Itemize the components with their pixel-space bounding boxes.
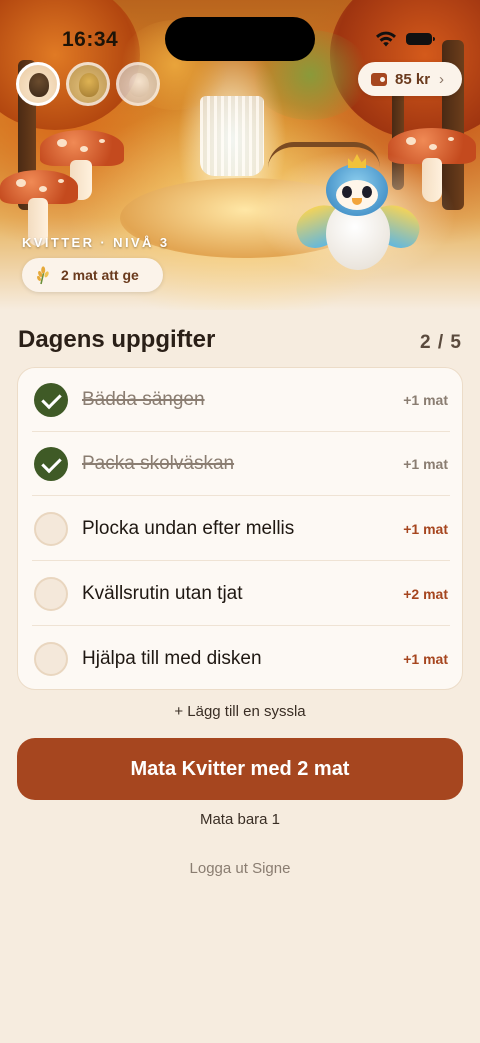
wifi-icon (376, 31, 396, 47)
pet-avatar[interactable] (66, 62, 110, 106)
dynamic-island (165, 17, 315, 61)
task-row[interactable]: Bädda sängen +1 mat (18, 368, 464, 432)
task-label: Packa skolväskan (82, 453, 235, 474)
task-label: Kvällsrutin utan tjat (82, 583, 243, 604)
pet-kvitter[interactable] (256, 150, 456, 280)
status-time: 16:34 (62, 28, 119, 51)
task-row[interactable]: Hjälpa till med disken +1 mat (18, 627, 464, 691)
task-row[interactable]: Kvällsrutin utan tjat +2 mat (18, 562, 464, 626)
task-reward: +1 mat (403, 392, 448, 408)
logout-button[interactable]: Logga ut Signe (0, 860, 480, 877)
checkmark-icon[interactable] (34, 383, 68, 417)
pet-level-label: KVITTER · NIVÅ 3 (22, 235, 170, 250)
pet-avatar[interactable] (116, 62, 160, 106)
status-icons (372, 30, 436, 48)
task-reward: +1 mat (403, 521, 448, 537)
feed-one-button[interactable]: Mata bara 1 (0, 811, 480, 828)
empty-checkbox-icon[interactable] (34, 642, 68, 676)
wallet-button[interactable]: 85 kr › (358, 62, 462, 96)
pet-switcher (16, 62, 160, 106)
empty-checkbox-icon[interactable] (34, 577, 68, 611)
wheat-icon (37, 266, 49, 285)
empty-checkbox-icon[interactable] (34, 512, 68, 546)
checkmark-icon[interactable] (34, 447, 68, 481)
task-reward: +2 mat (403, 586, 448, 602)
waterfall (200, 96, 264, 176)
task-reward: +1 mat (403, 456, 448, 472)
task-label: Hjälpa till med disken (82, 648, 262, 669)
task-row[interactable]: Plocka undan efter mellis +1 mat (18, 497, 464, 561)
battery-icon (406, 33, 435, 45)
feed-pet-button[interactable]: Mata Kvitter med 2 mat (17, 738, 463, 800)
task-list: Bädda sängen +1 mat Packa skolväskan +1 … (17, 367, 463, 690)
task-progress: 2 / 5 (420, 332, 462, 353)
food-count-badge: 2 mat att ge (22, 258, 163, 292)
task-label: Plocka undan efter mellis (82, 518, 295, 539)
wallet-amount: 85 kr (395, 70, 431, 88)
task-row[interactable]: Packa skolväskan +1 mat (18, 432, 464, 496)
pet-avatar-selected[interactable] (16, 62, 60, 106)
chevron-right-icon: › (439, 70, 445, 88)
task-reward: +1 mat (403, 651, 448, 667)
wallet-icon (371, 72, 387, 86)
section-title: Dagens uppgifter (18, 326, 216, 353)
task-label: Bädda sängen (82, 389, 205, 410)
add-task-button[interactable]: + Lägg till en syssla (0, 703, 480, 720)
food-count-text: 2 mat att ge (61, 267, 139, 283)
